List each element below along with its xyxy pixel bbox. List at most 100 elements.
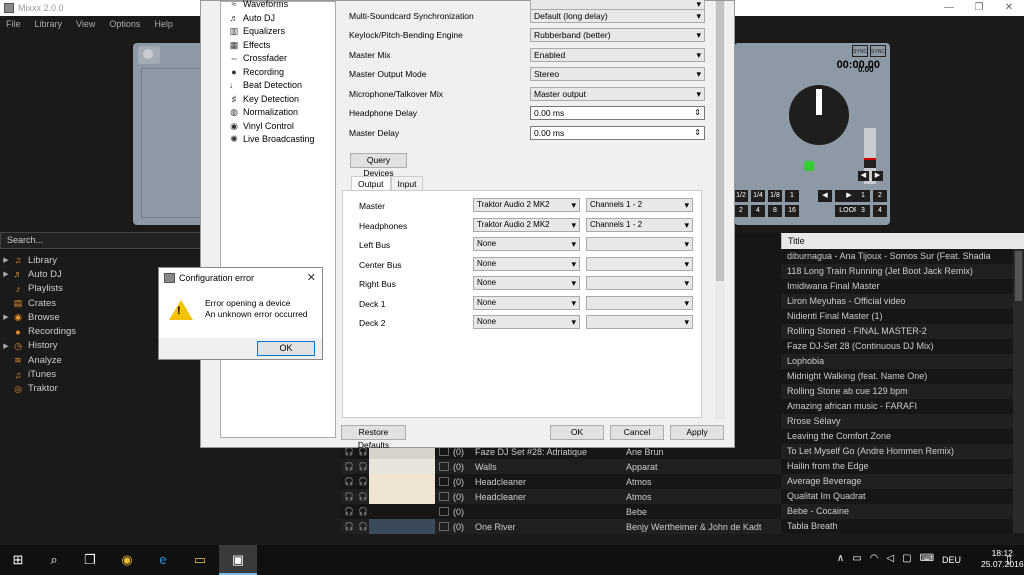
headphones-icon[interactable]: 🎧 <box>341 462 357 471</box>
table-row[interactable]: 🎧 🎧 (0) Headcleaner Atmos <box>341 489 781 504</box>
table-row[interactable]: Bebe - Cocaine <box>781 504 1024 519</box>
multi-soundcard-sync-select[interactable]: Default (long delay) <box>530 9 705 23</box>
notifications-icon[interactable]: ▯ <box>1006 553 1012 566</box>
right-bus-device-select[interactable]: None <box>473 276 580 290</box>
sidebar-item-crates[interactable]: ▤ Crates <box>0 296 130 310</box>
table-row[interactable]: Lophobia <box>781 354 1024 369</box>
file-explorer-icon[interactable]: ▭ <box>192 552 208 568</box>
table-row[interactable]: diburnagua - Ana Tijoux - Somos Sur (Fea… <box>781 249 1024 264</box>
sidebar-item-auto-dj[interactable]: ▶ ♬ Auto DJ <box>0 267 130 281</box>
keylock-engine-select[interactable]: Rubberband (better) <box>530 28 705 42</box>
category-vinyl-control[interactable]: ◉ Vinyl Control <box>229 119 294 132</box>
table-row[interactable]: 🎧 🎧 (0) One River Benjy Wertheimer & Joh… <box>341 519 781 534</box>
category-key-detection[interactable]: ♯ Key Detection <box>229 92 299 105</box>
deck-1-channels-select[interactable] <box>586 296 693 310</box>
tab-output[interactable]: Output <box>351 176 391 191</box>
beatloop-button[interactable]: 1/4 <box>751 190 765 202</box>
deck-1-device-select[interactable]: None <box>473 296 580 310</box>
minimize-icon[interactable]: — <box>934 0 964 16</box>
nudge-left-icon[interactable]: ◀ <box>858 171 869 181</box>
table-row[interactable]: 118 Long Train Running (Jet Boot Jack Re… <box>781 264 1024 279</box>
scrollbar-thumb[interactable] <box>1015 251 1022 301</box>
category-waveforms[interactable]: ≈ Waveforms <box>229 0 289 10</box>
volume-icon[interactable]: ◁ <box>886 553 894 564</box>
column-header-title[interactable]: Title <box>781 233 1024 249</box>
track-table-scrollbar[interactable] <box>1013 249 1024 533</box>
table-row[interactable]: Rrose Sélavy <box>781 414 1024 429</box>
sync-button[interactable]: SYNC <box>852 45 868 57</box>
category-auto-dj[interactable]: ♬ Auto DJ <box>229 11 276 24</box>
table-row[interactable]: Amazing african music - FARAFI <box>781 399 1024 414</box>
query-devices-button[interactable]: Query Devices <box>350 153 407 178</box>
search-icon[interactable]: ⌕ <box>46 552 62 568</box>
sidebar-item-browse[interactable]: ▶ ◉ Browse <box>0 310 130 324</box>
table-row[interactable]: 🎧 🎧 (0) Headcleaner Atmos <box>341 474 781 489</box>
headphone-delay-input[interactable]: 0.00 ms <box>530 106 705 120</box>
category-normalization[interactable]: ◍ Normalization <box>229 105 298 118</box>
master-delay-input[interactable]: 0.00 ms <box>530 126 705 140</box>
table-row[interactable]: 🎧 🎧 (0) Walls Apparat <box>341 459 781 474</box>
beatloop-button[interactable]: 1 <box>785 190 799 202</box>
wifi-icon[interactable]: ◠ <box>870 553 879 564</box>
table-row[interactable]: 🎧 🎧 (0) Bebe <box>341 504 781 519</box>
beatloop-button[interactable]: 4 <box>751 205 765 217</box>
center-bus-channels-select[interactable] <box>586 257 693 271</box>
restore-defaults-button[interactable]: Restore Defaults <box>341 425 406 450</box>
hotcue-button[interactable]: 4 <box>873 205 887 217</box>
deck-2-device-select[interactable]: None <box>473 315 580 329</box>
table-row[interactable]: Hailin from the Edge <box>781 459 1024 474</box>
task-view-icon[interactable]: ❐ <box>82 552 98 568</box>
headphones-icon[interactable]: 🎧 <box>357 477 369 486</box>
played-checkbox[interactable] <box>439 507 449 516</box>
expand-arrow-icon[interactable]: ▶ <box>0 270 12 278</box>
table-row[interactable]: Average Beverage <box>781 474 1024 489</box>
table-row[interactable]: Rolling Stoned - FINAL MASTER-2 <box>781 324 1024 339</box>
sidebar-item-recordings[interactable]: ● Recordings <box>0 324 130 338</box>
keyboard-icon[interactable]: ⌨ <box>920 553 934 564</box>
headphones-icon[interactable]: 🎧 <box>341 447 357 456</box>
table-row[interactable]: Nidienti Final Master (1) <box>781 309 1024 324</box>
sidebar-item-itunes[interactable]: ♫ iTunes <box>0 367 130 381</box>
talkover-mix-select[interactable]: Master output <box>530 87 705 101</box>
category-equalizers[interactable]: ▥ Equalizers <box>229 24 285 37</box>
edge-icon[interactable]: e <box>155 552 171 568</box>
category-recording[interactable]: ● Recording <box>229 65 284 78</box>
headphones-device-select[interactable]: Traktor Audio 2 MK2 <box>473 218 580 232</box>
nudge-right-icon[interactable]: ▶ <box>872 171 883 181</box>
category-live-broadcasting[interactable]: ✺ Live Broadcasting <box>229 132 314 145</box>
hotcue-button[interactable]: 2 <box>873 190 887 202</box>
headphones-icon[interactable]: 🎧 <box>341 507 357 516</box>
menu-options[interactable]: Options <box>109 19 140 29</box>
played-checkbox[interactable] <box>439 477 449 486</box>
left-bus-device-select[interactable]: None <box>473 237 580 251</box>
table-row[interactable]: Imidiwana Final Master <box>781 279 1024 294</box>
table-row[interactable]: Leaving the Comfort Zone <box>781 429 1024 444</box>
headphones-icon[interactable]: 🎧 <box>357 492 369 501</box>
loop-in-button[interactable]: ◀ <box>818 190 832 202</box>
headphones-channels-select[interactable]: Channels 1 - 2 <box>586 218 693 232</box>
ok-button[interactable]: OK <box>257 341 315 356</box>
table-row[interactable]: Faze DJ-Set 28 (Continuous DJ Mix) <box>781 339 1024 354</box>
beatloop-button[interactable]: 16 <box>785 205 799 217</box>
table-row[interactable]: Midnight Walking (feat. Name One) <box>781 369 1024 384</box>
tab-input[interactable]: Input <box>390 176 424 191</box>
center-bus-device-select[interactable]: None <box>473 257 580 271</box>
menu-file[interactable]: File <box>6 19 21 29</box>
master-output-mode-select[interactable]: Stereo <box>530 67 705 81</box>
category-crossfader[interactable]: ⇔ Crossfader <box>229 51 288 64</box>
beatloop-button[interactable]: 2 <box>734 205 748 217</box>
left-bus-channels-select[interactable] <box>586 237 693 251</box>
network-icon[interactable]: ▭ <box>852 553 861 564</box>
close-icon[interactable]: ✕ <box>307 271 316 284</box>
sidebar-item-history[interactable]: ▶ ◷ History <box>0 339 130 353</box>
beatloop-button[interactable]: 8 <box>768 205 782 217</box>
played-checkbox[interactable] <box>439 447 449 456</box>
category-effects[interactable]: ▦ Effects <box>229 38 271 51</box>
expand-arrow-icon[interactable]: ▶ <box>0 313 12 321</box>
table-row[interactable]: Qualitat Im Quadrat <box>781 489 1024 504</box>
played-checkbox[interactable] <box>439 522 449 531</box>
headphones-icon[interactable]: 🎧 <box>357 462 369 471</box>
close-icon[interactable]: ✕ <box>994 0 1024 16</box>
deck-2-channels-select[interactable] <box>586 315 693 329</box>
menu-library[interactable]: Library <box>35 19 63 29</box>
